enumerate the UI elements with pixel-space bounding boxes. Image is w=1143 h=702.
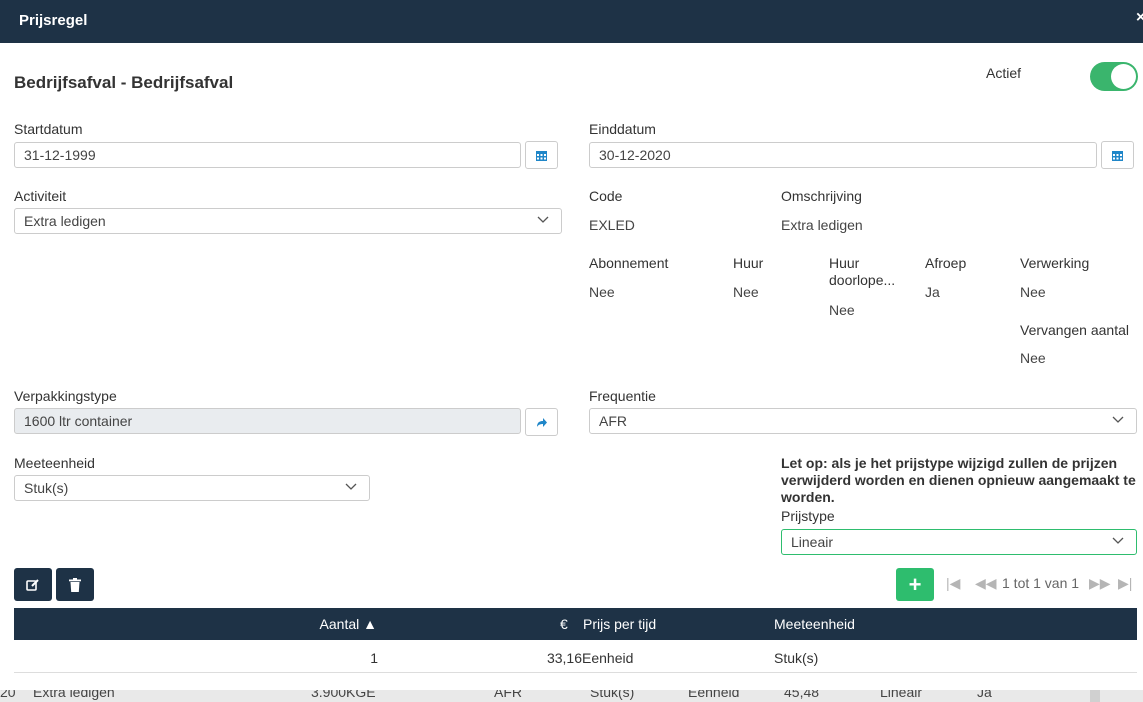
verpakkingstype-label: Verpakkingstype — [14, 388, 117, 404]
table-row[interactable]: 1 33,16 Eenheid Stuk(s) — [14, 640, 1137, 673]
cell-aantal: 1 — [370, 650, 378, 666]
bg-cell: 3.900KGE — [311, 690, 376, 700]
huur-doorlopend-label-line1: Huur — [829, 255, 860, 271]
huur-value: Nee — [733, 284, 759, 300]
plus-icon: + — [908, 571, 922, 597]
chevron-down-icon — [1112, 416, 1124, 423]
first-page-icon[interactable]: |◀ — [946, 575, 960, 592]
chevron-down-icon — [1112, 537, 1124, 544]
huur-doorlopend-value: Nee — [829, 302, 855, 318]
calendar-icon — [1112, 150, 1123, 161]
pager-text: 1 tot 1 van 1 — [1002, 575, 1080, 591]
prev-page-icon[interactable]: ◀◀ — [975, 575, 997, 592]
startdatum-input[interactable]: 31-12-1999 — [14, 142, 521, 168]
toggle-knob — [1111, 64, 1136, 89]
omschrijving-value: Extra ledigen — [781, 217, 863, 233]
chevron-down-icon — [537, 216, 549, 223]
einddatum-input[interactable]: 30-12-2020 — [589, 142, 1097, 168]
next-page-icon[interactable]: ▶▶ — [1089, 575, 1111, 592]
prijstype-label: Prijstype — [781, 508, 835, 524]
modal-title: Prijsregel — [19, 12, 88, 29]
frequentie-select[interactable]: AFR — [589, 408, 1137, 434]
code-label: Code — [589, 188, 623, 204]
vervangen-aantal-label: Vervangen aantal — [1020, 322, 1129, 338]
actief-toggle[interactable] — [1090, 62, 1138, 91]
code-value: EXLED — [589, 217, 635, 233]
prijstype-value: Lineair — [791, 534, 834, 550]
cell-meeteenheid: Stuk(s) — [774, 650, 819, 666]
huur-doorlopend-label-line2: doorlope... — [829, 272, 896, 288]
startdatum-label: Startdatum — [14, 121, 83, 137]
prijstype-select[interactable]: Lineair — [781, 529, 1137, 555]
trash-icon — [69, 577, 81, 592]
frequentie-label: Frequentie — [589, 388, 656, 404]
abonnement-value: Nee — [589, 284, 615, 300]
bg-cell: Stuk(s) — [590, 690, 635, 700]
afroep-value: Ja — [925, 284, 940, 300]
verpakkingstype-input: 1600 ltr container — [14, 408, 521, 434]
verwerking-value: Nee — [1020, 284, 1046, 300]
actief-label: Actief — [986, 65, 1022, 81]
header-aantal[interactable]: Aantal ▲ — [320, 616, 377, 632]
vervangen-aantal-value: Nee — [1020, 350, 1046, 366]
delete-button[interactable] — [56, 568, 94, 601]
meeteenheid-select[interactable]: Stuk(s) — [14, 475, 370, 501]
prijstype-warning: Let op: als je het prijstype wijzigd zul… — [781, 455, 1136, 505]
bg-cell: Extra ledigen — [33, 690, 115, 700]
meeteenheid-label: Meeteenheid — [14, 455, 95, 471]
edit-button[interactable] — [14, 568, 52, 601]
chevron-down-icon — [345, 483, 357, 490]
huur-label: Huur — [733, 255, 764, 271]
calendar-icon — [536, 150, 547, 161]
background-table-row: 20 Extra ledigen 3.900KGE AFR Stuk(s) Ee… — [0, 690, 1143, 702]
huur-doorlopend-label: Huur doorlope... — [829, 255, 895, 289]
bg-cell: Lineair — [880, 690, 923, 700]
bg-cell: AFR — [494, 690, 522, 700]
frequentie-value: AFR — [599, 413, 627, 429]
header-euro[interactable]: € — [560, 616, 568, 632]
startdatum-calendar-button[interactable] — [525, 141, 558, 169]
abonnement-label: Abonnement — [589, 255, 669, 271]
einddatum-calendar-button[interactable] — [1101, 141, 1134, 169]
einddatum-label: Einddatum — [589, 121, 656, 137]
modal-header: Prijsregel × — [0, 0, 1143, 43]
activiteit-select[interactable]: Extra ledigen — [14, 208, 562, 234]
header-meeteenheid[interactable]: Meeteenheid — [774, 616, 855, 632]
verpakkingstype-goto-button[interactable] — [525, 408, 558, 436]
edit-icon — [26, 578, 39, 591]
activiteit-label: Activiteit — [14, 188, 67, 204]
header-prijs-per-tijd[interactable]: Prijs per tijd — [583, 616, 656, 632]
bg-cell: Eenheid — [688, 690, 740, 700]
bg-cell: 20 — [0, 690, 16, 700]
last-page-icon[interactable]: ▶| — [1118, 575, 1132, 592]
bg-cell: 45,48 — [784, 690, 820, 700]
add-price-button[interactable]: + — [896, 568, 934, 601]
afroep-label: Afroep — [925, 255, 967, 271]
activiteit-value: Extra ledigen — [24, 213, 106, 229]
verwerking-label: Verwerking — [1020, 255, 1090, 271]
bg-divider — [1090, 690, 1100, 702]
price-table-header: Aantal ▲ € Prijs per tijd Meeteenheid — [14, 608, 1137, 640]
cell-prijs-per-tijd: Eenheid — [582, 650, 634, 666]
cell-euro: 33,16 — [546, 650, 582, 666]
close-icon[interactable]: × — [1136, 9, 1143, 27]
omschrijving-label: Omschrijving — [781, 188, 862, 204]
arrow-share-icon — [537, 417, 547, 427]
meeteenheid-value: Stuk(s) — [24, 480, 69, 496]
page-title: Bedrijfsafval - Bedrijfsafval — [14, 73, 234, 92]
bg-cell: Ja — [977, 690, 992, 700]
